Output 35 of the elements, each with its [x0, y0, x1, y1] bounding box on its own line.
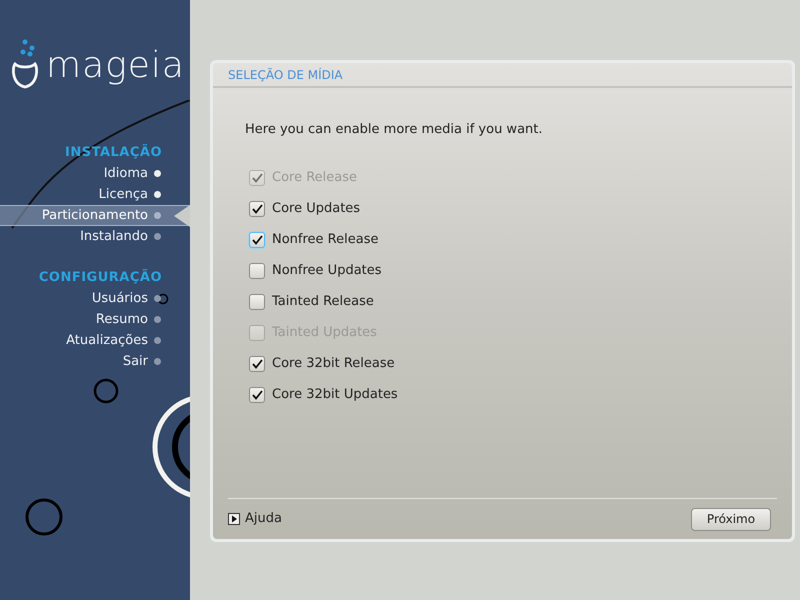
- checkmark-icon: [252, 234, 262, 244]
- step-label: Usuários: [92, 290, 148, 308]
- checkbox[interactable]: [249, 386, 265, 402]
- checkmark-icon: [252, 390, 262, 400]
- checkbox-label: Nonfree Release: [272, 230, 378, 249]
- step-label: Atualizações: [66, 332, 148, 350]
- checkmark-icon: [252, 204, 262, 214]
- step-label: Resumo: [96, 310, 148, 329]
- checkbox-label: Core 32bit Updates: [272, 386, 398, 404]
- panel-title: SELEÇÃO DE MÍDIA: [228, 66, 343, 84]
- section-heading: CONFIGURAÇÃO: [38, 268, 162, 287]
- checkmark-icon: [252, 172, 262, 182]
- checkmark-icon: [252, 358, 262, 368]
- checkbox-label: Tainted Release: [272, 292, 374, 311]
- checkbox[interactable]: [249, 294, 265, 310]
- next-button[interactable]: Próximo: [691, 508, 771, 530]
- checkbox[interactable]: [249, 200, 265, 216]
- checkbox-label: Core Release: [272, 168, 358, 187]
- checkbox-label: Core 32bit Release: [272, 354, 395, 373]
- expand-icon: [228, 513, 240, 525]
- checkbox[interactable]: [249, 232, 265, 248]
- checkbox[interactable]: [249, 262, 265, 278]
- checkbox-label: Core Updates: [272, 200, 360, 218]
- step-label: Licença: [98, 186, 148, 204]
- step-label: Particionamento: [42, 206, 148, 225]
- description-text: Here you can enable more media if you want.: [245, 122, 543, 137]
- logo-icon: [10, 38, 40, 90]
- step-label: Idioma: [104, 164, 148, 183]
- help-toggle[interactable]: Ajuda: [228, 509, 282, 529]
- checkbox-label: Nonfree Updates: [272, 262, 382, 280]
- step-label: Sair: [122, 352, 148, 371]
- pointer-icon: [174, 205, 190, 227]
- step-label: Instalando: [80, 228, 148, 246]
- checkbox[interactable]: [249, 356, 265, 372]
- logo-text: mageia: [46, 46, 185, 88]
